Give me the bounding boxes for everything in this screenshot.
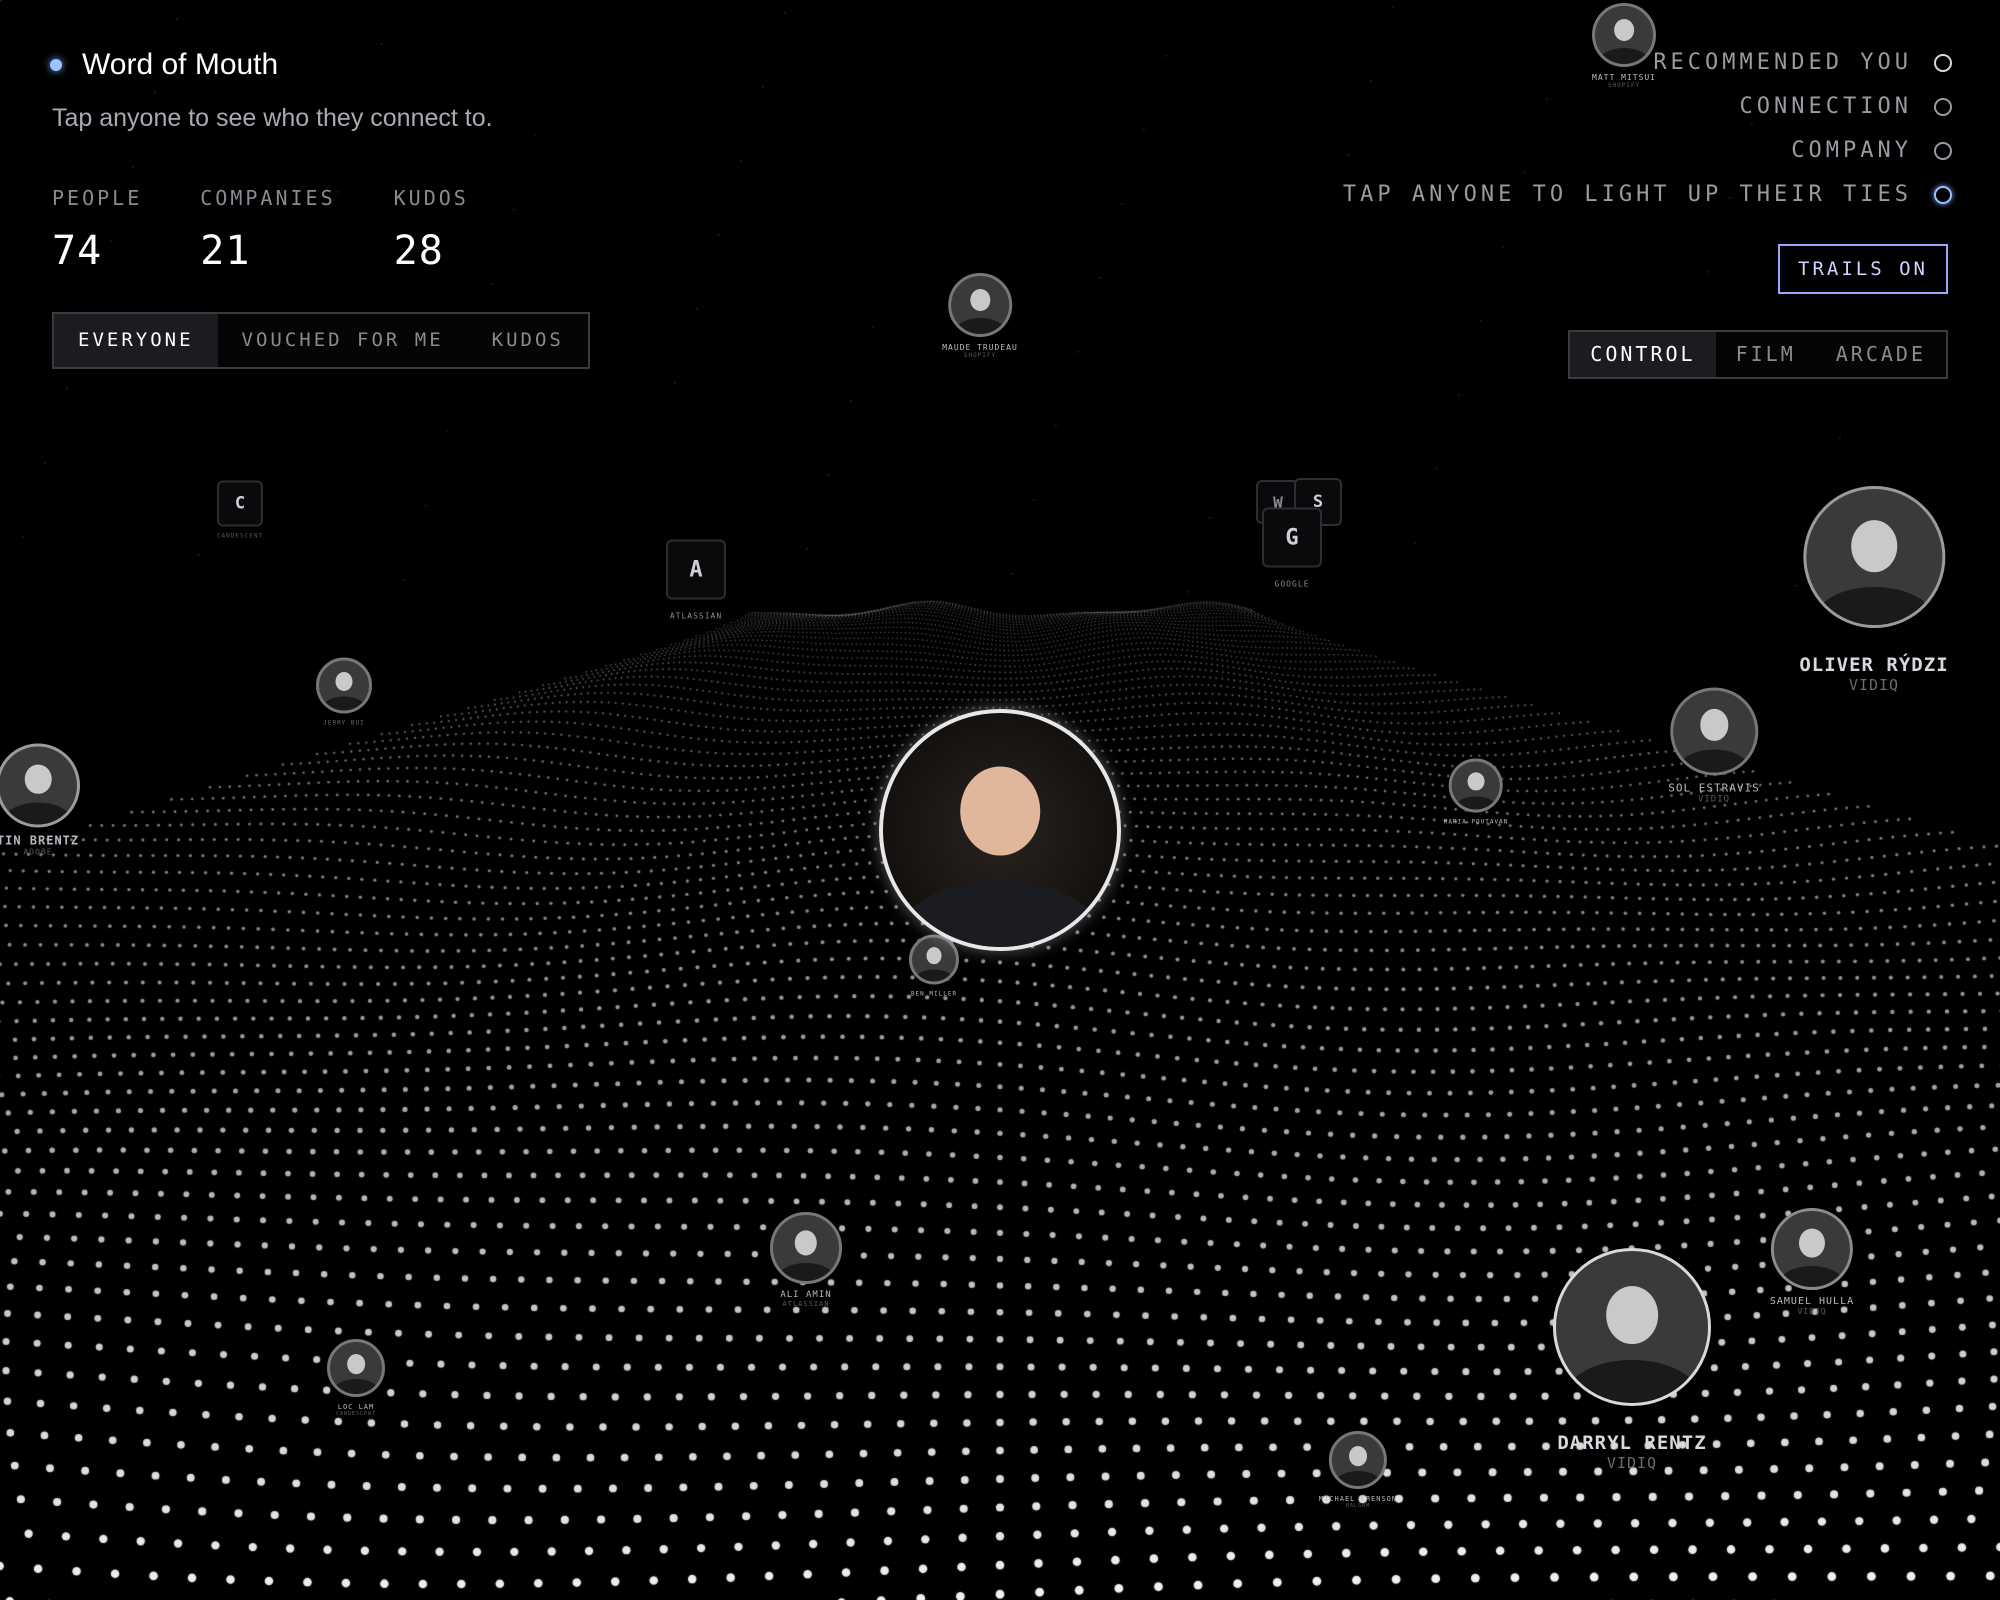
avatar <box>0 743 80 828</box>
person-name: MAUDE TRUDEAU <box>942 343 1018 352</box>
person-sol-estravis[interactable]: SOL ESTRAVIS VIDIQ <box>1668 687 1760 805</box>
company-google[interactable]: G GOOGLE <box>1262 507 1322 589</box>
avatar <box>316 657 372 714</box>
legend-tap-hint: TAP ANYONE TO LIGHT UP THEIR TIES <box>1343 182 1952 207</box>
filter-segmented-control: EVERYONE VOUCHED FOR ME KUDOS <box>52 312 590 369</box>
legend-recommended-you: RECOMMENDED YOU <box>1653 50 1952 75</box>
person-company: VIDIQ <box>1606 1454 1658 1472</box>
person-samuel-hulla[interactable]: SAMUEL HULLA VIDIQ <box>1770 1208 1854 1316</box>
legend-label: TAP ANYONE TO LIGHT UP THEIR TIES <box>1342 182 1912 207</box>
filter-everyone[interactable]: EVERYONE <box>54 314 218 367</box>
company-candescent[interactable]: C CANDESCENT <box>216 480 264 540</box>
legend: RECOMMENDED YOU CONNECTION COMPANY TAP A… <box>1343 50 1952 207</box>
person-jerry-bui[interactable]: JERRY BUI <box>316 657 372 727</box>
person-company: VIDIQ <box>1848 676 1900 694</box>
stat-label: PEOPLE <box>52 186 143 210</box>
mode-segmented-control: CONTROL FILM ARCADE <box>1568 330 1948 379</box>
person-name: DARRYL RENTZ <box>1557 1432 1707 1454</box>
company-tile: G <box>1262 507 1322 568</box>
person-company: SHOPIFY <box>963 352 997 359</box>
ring-icon <box>1934 141 1952 160</box>
person-name: MICHAEL KRENSON <box>1318 1495 1398 1503</box>
legend-connection: CONNECTION <box>1740 94 1952 119</box>
status-dot-icon <box>50 59 62 71</box>
mode-arcade[interactable]: ARCADE <box>1816 332 1946 377</box>
avatar <box>1669 687 1758 776</box>
ring-icon <box>1934 97 1952 116</box>
filter-kudos[interactable]: KUDOS <box>468 314 588 367</box>
trails-toggle-button[interactable]: TRAILS ON <box>1778 244 1948 294</box>
legend-company: COMPANY <box>1791 138 1952 163</box>
person-loc-lam[interactable]: LOC LAM CANDESCENT <box>327 1339 385 1417</box>
stat-value: 74 <box>52 228 103 274</box>
person-name: SAMUEL HULLA <box>1769 1296 1855 1307</box>
page-subtitle: Tap anyone to see who they connect to. <box>52 104 493 132</box>
person-featured-center[interactable] <box>879 709 1121 951</box>
person-company: ATLASSIAN <box>782 1300 830 1308</box>
stat-kudos: KUDOS 28 <box>394 186 469 274</box>
company-name: CANDESCENT <box>216 532 264 540</box>
company-name: GOOGLE <box>1274 579 1310 589</box>
page-title: Word of Mouth <box>82 48 279 81</box>
stat-label: COMPANIES <box>200 186 336 210</box>
network-stage[interactable]: C CANDESCENT A ATLASSIAN W S G GOOGLE MA… <box>0 0 2000 1600</box>
stat-label: KUDOS <box>393 186 469 210</box>
avatar <box>948 273 1012 337</box>
avatar <box>1329 1431 1387 1489</box>
avatar <box>879 709 1121 951</box>
person-michael-krenson[interactable]: MICHAEL KRENSON BALSAM <box>1319 1431 1397 1509</box>
person-maude-trudeau[interactable]: MAUDE TRUDEAU SHOPIFY <box>942 273 1018 359</box>
avatar <box>1771 1208 1853 1290</box>
mode-control[interactable]: CONTROL <box>1570 332 1716 377</box>
legend-label: CONNECTION <box>1739 94 1912 119</box>
company-tile: A <box>666 539 726 600</box>
company-name: ATLASSIAN <box>669 611 723 621</box>
company-tile: C <box>217 480 263 527</box>
person-company: BALSAM <box>1345 1503 1371 1509</box>
person-justin-brentz[interactable]: TIN BRENTZ ADOBE <box>0 743 80 857</box>
legend-label: RECOMMENDED YOU <box>1653 50 1912 75</box>
ring-icon <box>1934 185 1952 204</box>
person-name: ALI AMIN <box>780 1290 832 1300</box>
avatar <box>770 1212 842 1284</box>
person-darryl-rentz[interactable]: DARRYL RENTZ VIDIQ <box>1553 1248 1711 1472</box>
header: Word of Mouth <box>50 48 278 82</box>
person-name: OLIVER RÝDZI <box>1799 654 1949 676</box>
stat-value: 28 <box>393 228 444 274</box>
person-maria-poutavan[interactable]: MARIA POUTAVAN <box>1443 758 1509 826</box>
person-company: VIDIQ <box>1697 794 1731 805</box>
person-name: SOL ESTRAVIS <box>1668 781 1760 795</box>
avatar <box>327 1339 385 1397</box>
person-company: ADOBE <box>23 847 53 857</box>
stat-value: 21 <box>200 228 251 274</box>
person-oliver-rydzi[interactable]: OLIVER RÝDZI VIDIQ <box>1799 486 1948 694</box>
filter-vouched-for-me[interactable]: VOUCHED FOR ME <box>218 314 468 367</box>
person-company: VIDIQ <box>1797 1307 1827 1316</box>
person-name: TIN BRENTZ <box>0 833 80 848</box>
stat-people: PEOPLE 74 <box>52 186 142 274</box>
person-company: CANDESCENT <box>335 1411 377 1417</box>
stat-companies: COMPANIES 21 <box>200 186 335 274</box>
legend-label: COMPANY <box>1791 138 1912 163</box>
company-atlassian[interactable]: A ATLASSIAN <box>666 539 726 621</box>
stats-panel: PEOPLE 74 COMPANIES 21 KUDOS 28 <box>52 186 469 274</box>
avatar <box>1803 486 1945 628</box>
person-ali-amin[interactable]: ALI AMIN ATLASSIAN <box>770 1212 842 1308</box>
ring-icon <box>1934 53 1952 72</box>
person-name: BEN MILLER <box>910 990 958 998</box>
mode-film[interactable]: FILM <box>1716 332 1816 377</box>
avatar <box>1448 758 1503 813</box>
person-name: MARIA POUTAVAN <box>1443 818 1509 826</box>
avatar <box>1553 1248 1711 1406</box>
person-name: JERRY BUI <box>323 719 365 727</box>
person-name: LOC LAM <box>337 1403 375 1411</box>
